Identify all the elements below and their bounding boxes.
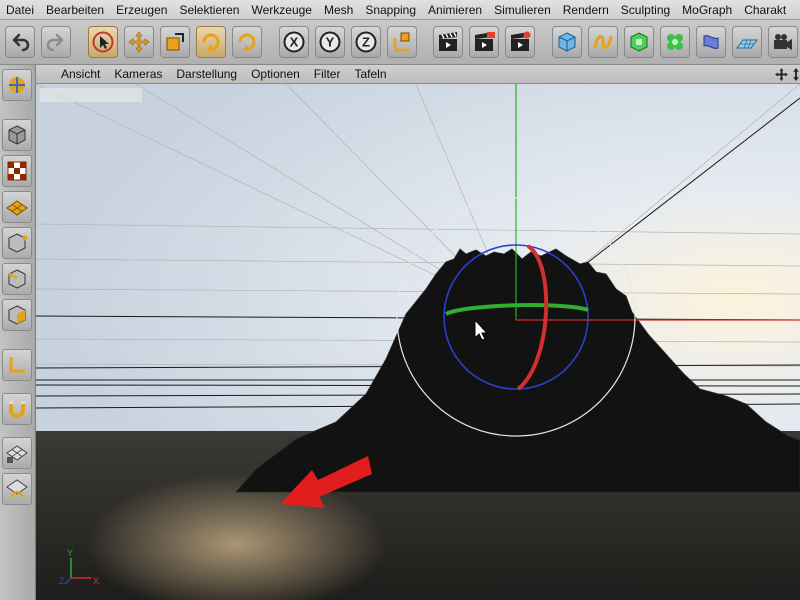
axis-mode-button[interactable]: [2, 349, 32, 381]
clapperboard-viewer-icon: [475, 32, 495, 51]
edge-mode-button[interactable]: [2, 263, 32, 295]
checker-icon: [7, 161, 27, 181]
undo-icon: [12, 33, 30, 52]
axis-x-icon: X: [283, 31, 305, 53]
add-nurbs-button[interactable]: [624, 26, 654, 58]
left-toolbar: [0, 65, 36, 600]
svg-text:X: X: [290, 35, 299, 50]
axis-label-x: X: [93, 576, 99, 586]
menu-simulieren[interactable]: Simulieren: [488, 0, 557, 20]
axis-x-lock-button[interactable]: X: [279, 26, 309, 58]
edge-cube-icon: [8, 269, 26, 289]
move-tool-button[interactable]: [124, 26, 154, 58]
redo-icon: [46, 33, 64, 52]
viewport-move-icon[interactable]: [775, 68, 788, 81]
viewport-menu-tafeln[interactable]: Tafeln: [347, 65, 393, 84]
axis-z-icon: Z: [355, 31, 377, 53]
redo-button[interactable]: [41, 26, 71, 58]
menu-snapping[interactable]: Snapping: [359, 0, 422, 20]
render-picture-viewer-button[interactable]: [469, 26, 499, 58]
camera-icon: [774, 34, 792, 50]
scale-tool-button[interactable]: [160, 26, 190, 58]
grid-rotate-icon: [6, 479, 28, 498]
viewport-menu-optionen[interactable]: Optionen: [244, 65, 307, 84]
cube-icon: [558, 32, 576, 52]
axis-label-y: Y: [67, 548, 73, 558]
rotate-history-icon: [238, 33, 256, 52]
svg-text:Y: Y: [326, 35, 335, 50]
coordinate-system-icon: [393, 32, 410, 52]
viewport-zoom-icon[interactable]: [792, 68, 800, 81]
point-cube-icon: [8, 233, 28, 253]
workplane-mode-button[interactable]: [2, 191, 32, 223]
add-cube-button[interactable]: [552, 26, 582, 58]
3d-viewport[interactable]: Y Z X: [36, 84, 800, 600]
floor-grid-icon: [736, 39, 758, 49]
menu-datei[interactable]: Datei: [0, 0, 40, 20]
planar-workplane-button[interactable]: [2, 473, 32, 505]
point-mode-button[interactable]: [2, 227, 32, 259]
add-scene-button[interactable]: [732, 26, 762, 58]
model-mode-button[interactable]: [2, 119, 32, 151]
add-mograph-button[interactable]: [660, 26, 690, 58]
main-toolbar: X Y Z: [0, 20, 800, 65]
axis-icon: [9, 357, 25, 373]
grid-lock-icon: [6, 445, 28, 463]
menu-sculpting[interactable]: Sculpting: [615, 0, 676, 20]
cube-model-icon: [8, 125, 26, 145]
nurbs-cube-icon: [630, 32, 648, 52]
coordinate-system-button[interactable]: [387, 26, 417, 58]
menu-bearbeiten[interactable]: Bearbeiten: [40, 0, 110, 20]
scale-icon: [166, 33, 184, 51]
menu-charakter[interactable]: Charakt: [738, 0, 792, 20]
clapperboard-icon: [439, 32, 457, 51]
undo-button[interactable]: [5, 26, 35, 58]
select-arrow-icon: [92, 31, 114, 53]
add-spline-button[interactable]: [588, 26, 618, 58]
axis-y-icon: Y: [319, 31, 341, 53]
menu-erzeugen[interactable]: Erzeugen: [110, 0, 173, 20]
menu-rendern[interactable]: Rendern: [557, 0, 615, 20]
viewport-menu-darstellung[interactable]: Darstellung: [169, 65, 244, 84]
viewport-menu-kameras[interactable]: Kameras: [107, 65, 169, 84]
menu-mograph[interactable]: MoGraph: [676, 0, 738, 20]
menu-mesh[interactable]: Mesh: [318, 0, 359, 20]
viewport-scene[interactable]: Y Z X: [36, 84, 800, 600]
mode-tools-button[interactable]: [2, 69, 32, 101]
recent-tool-button[interactable]: [232, 26, 262, 58]
viewport-menu-filter[interactable]: Filter: [307, 65, 348, 84]
axis-z-lock-button[interactable]: Z: [351, 26, 381, 58]
locked-workplane-button[interactable]: [2, 437, 32, 469]
svg-text:Z: Z: [362, 35, 370, 50]
mode-sphere-icon: [9, 77, 25, 93]
menu-werkzeuge[interactable]: Werkzeuge: [245, 0, 317, 20]
cloner-icon: [667, 34, 683, 50]
add-camera-button[interactable]: [768, 26, 798, 58]
viewport-menubar: Ansicht Kameras Darstellung Optionen Fil…: [36, 65, 800, 84]
deformer-icon: [703, 35, 719, 49]
rotate-icon: [202, 33, 220, 52]
spline-icon: [593, 35, 613, 49]
main-menubar: Datei Bearbeiten Erzeugen Selektieren We…: [0, 0, 800, 20]
add-deformer-button[interactable]: [696, 26, 726, 58]
render-view-button[interactable]: [433, 26, 463, 58]
move-icon: [128, 31, 150, 53]
polygon-mode-button[interactable]: [2, 299, 32, 331]
workplane-icon: [6, 200, 28, 216]
render-settings-button[interactable]: [505, 26, 535, 58]
menu-selektieren[interactable]: Selektieren: [173, 0, 245, 20]
texture-mode-button[interactable]: [2, 155, 32, 187]
viewport-camera-label: [40, 88, 142, 102]
menu-animieren[interactable]: Animieren: [422, 0, 488, 20]
viewport-menu-ansicht[interactable]: Ansicht: [54, 65, 107, 84]
axis-label-z: Z: [59, 576, 65, 586]
magnet-icon: [9, 401, 25, 418]
clapperboard-gear-icon: [511, 31, 531, 51]
axis-y-lock-button[interactable]: Y: [315, 26, 345, 58]
polygon-cube-icon: [8, 305, 26, 325]
rotate-tool-button[interactable]: [196, 26, 226, 58]
select-tool-button[interactable]: [88, 26, 118, 58]
snapping-button[interactable]: [2, 393, 32, 425]
